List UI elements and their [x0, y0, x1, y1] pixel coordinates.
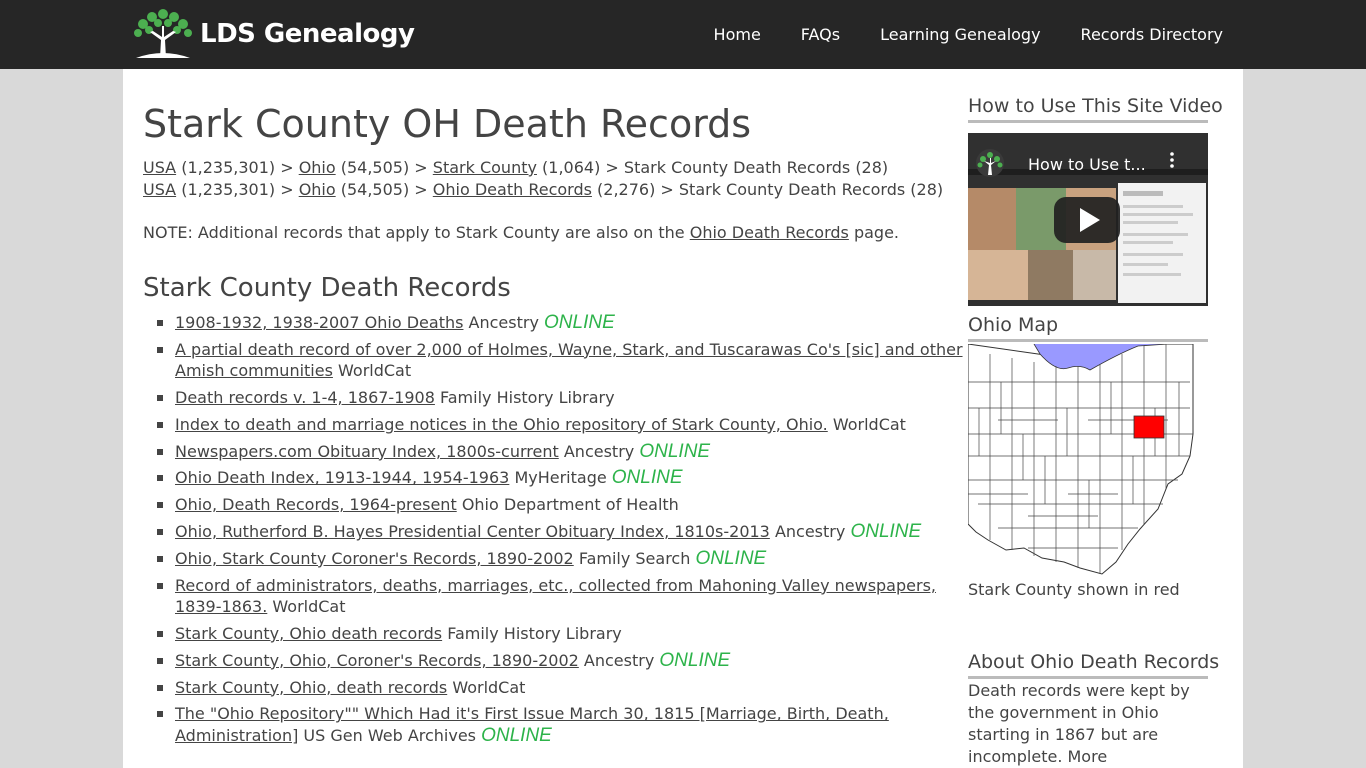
note-link-ohio-death-records[interactable]: Ohio Death Records — [690, 223, 849, 242]
record-item: Newspapers.com Obituary Index, 1800s-cur… — [157, 440, 963, 463]
record-item: Death records v. 1-4, 1867-1908 Family H… — [157, 387, 963, 409]
record-source: Ohio Department of Health — [461, 495, 679, 515]
record-item: Ohio, Rutherford B. Hayes Presidential C… — [157, 521, 963, 543]
note: NOTE: Additional records that apply to S… — [143, 223, 899, 242]
record-source: US Gen Web Archives — [303, 725, 477, 745]
video-title: How to Use t... — [1028, 155, 1146, 174]
crumb-count: (54,505) > — [335, 180, 433, 199]
nav-faqs[interactable]: FAQs — [801, 25, 840, 44]
stark-county-highlight — [1133, 415, 1165, 439]
record-item: Stark County, Ohio death records Family … — [157, 623, 963, 645]
breadcrumb-row: USA (1,235,301) > Ohio (54,505) > Stark … — [143, 157, 943, 179]
record-source: Family History Library — [447, 623, 622, 643]
map-caption: Stark County shown in red — [968, 580, 1180, 599]
crumb-count: (1,235,301) > — [176, 180, 299, 199]
crumb-count: (2,276) > — [591, 180, 679, 199]
crumb-ohio[interactable]: Ohio — [299, 180, 336, 199]
record-link[interactable]: Ohio Death Index, 1913-1944, 1954-1963 — [175, 468, 509, 487]
video-player[interactable]: How to Use t... — [968, 133, 1208, 306]
ohio-map — [967, 333, 1194, 575]
record-item: Stark County, Ohio, death records WorldC… — [157, 677, 963, 699]
online-badge: ONLINE — [639, 440, 711, 462]
record-source: WorldCat — [338, 361, 412, 381]
record-item: A partial death record of over 2,000 of … — [157, 339, 963, 382]
record-source: WorldCat — [452, 677, 526, 697]
breadcrumbs: USA (1,235,301) > Ohio (54,505) > Stark … — [143, 157, 943, 201]
record-source: Ancestry — [468, 313, 539, 332]
crumb-count: (1,235,301) > — [176, 158, 299, 177]
record-link[interactable]: Ohio, Stark County Coroner's Records, 18… — [175, 549, 574, 568]
record-item: 1908-1932, 1938-2007 Ohio Deaths Ancestr… — [157, 312, 963, 334]
note-suffix: page. — [848, 223, 899, 242]
crumb-current: Stark County Death Records (28) — [678, 180, 944, 199]
record-link[interactable]: Stark County, Ohio, Coroner's Records, 1… — [175, 651, 579, 670]
record-link[interactable]: Newspapers.com Obituary Index, 1800s-cur… — [175, 442, 559, 461]
crumb-usa[interactable]: USA — [143, 158, 176, 177]
crumb-ohio-death-records[interactable]: Ohio Death Records — [433, 180, 592, 199]
record-link[interactable]: 1908-1932, 1938-2007 Ohio Deaths — [175, 313, 463, 332]
records-list: 1908-1932, 1938-2007 Ohio Deaths Ancestr… — [143, 312, 963, 752]
crumb-count: (1,064) > — [536, 158, 624, 177]
tree-logo-icon — [134, 9, 192, 58]
video-heading: How to Use This Site Video — [968, 95, 1223, 123]
online-badge: ONLINE — [611, 467, 683, 489]
crumb-count: (54,505) > — [335, 158, 433, 177]
online-badge: ONLINE — [850, 521, 922, 543]
record-item: Record of administrators, deaths, marria… — [157, 575, 963, 618]
nav-learning-genealogy[interactable]: Learning Genealogy — [880, 25, 1040, 44]
crumb-ohio[interactable]: Ohio — [299, 158, 336, 177]
nav-records-directory[interactable]: Records Directory — [1081, 25, 1223, 44]
record-source: MyHeritage — [514, 468, 607, 488]
section-title: Stark County Death Records — [143, 273, 511, 303]
online-badge: ONLINE — [695, 547, 767, 569]
online-badge: ONLINE — [481, 724, 552, 746]
note-prefix: NOTE: Additional records that apply to S… — [143, 223, 690, 242]
logo-text: LDS Genealogy — [200, 19, 415, 49]
nav-home[interactable]: Home — [714, 25, 761, 44]
record-item: Ohio, Stark County Coroner's Records, 18… — [157, 547, 963, 570]
record-link[interactable]: Ohio, Rutherford B. Hayes Presidential C… — [175, 522, 770, 541]
record-item: Stark County, Ohio, Coroner's Records, 1… — [157, 649, 963, 672]
map-heading: Ohio Map — [968, 314, 1208, 342]
record-link[interactable]: A partial death record of over 2,000 of … — [175, 340, 963, 381]
crumb-current: Stark County Death Records (28) — [623, 158, 889, 177]
content-container: Stark County OH Death Records USA (1,235… — [123, 69, 1243, 768]
crumb-usa[interactable]: USA — [143, 180, 176, 199]
site-logo[interactable]: LDS Genealogy — [132, 8, 415, 60]
record-link[interactable]: Death records v. 1-4, 1867-1908 — [175, 388, 435, 407]
crumb-stark-county[interactable]: Stark County — [433, 158, 537, 177]
about-heading: About Ohio Death Records — [968, 651, 1219, 679]
record-source: Family History Library — [440, 388, 615, 408]
breadcrumb-row: USA (1,235,301) > Ohio (54,505) > Ohio D… — [143, 179, 943, 201]
about-text: Death records were kept by the governmen… — [968, 681, 1190, 766]
online-badge: ONLINE — [544, 312, 615, 333]
record-link[interactable]: Index to death and marriage notices in t… — [175, 415, 828, 434]
record-item: Ohio Death Index, 1913-1944, 1954-1963 M… — [157, 467, 963, 489]
record-item: Ohio, Death Records, 1964-present Ohio D… — [157, 494, 963, 516]
record-source: Ancestry — [774, 522, 846, 542]
record-source: WorldCat — [832, 414, 906, 434]
main-nav: Home FAQs Learning Genealogy Records Dir… — [714, 0, 1223, 69]
record-source: WorldCat — [272, 597, 346, 617]
record-source: Family Search — [578, 548, 691, 568]
record-link[interactable]: Ohio, Death Records, 1964-present — [175, 495, 457, 514]
record-item: Index to death and marriage notices in t… — [157, 414, 963, 436]
page-title: Stark County OH Death Records — [143, 102, 752, 146]
top-bar: LDS Genealogy Home FAQs Learning Genealo… — [0, 0, 1366, 69]
record-link[interactable]: Stark County, Ohio death records — [175, 624, 442, 643]
online-badge: ONLINE — [659, 649, 731, 671]
sidebar: How to Use This Site Video How to Use t.… — [967, 69, 1223, 768]
record-link[interactable]: Stark County, Ohio, death records — [175, 678, 447, 697]
record-source: Ancestry — [583, 650, 655, 670]
record-item: The "Ohio Repository"" Which Had it's Fi… — [157, 703, 963, 746]
record-source: Ancestry — [563, 441, 635, 461]
